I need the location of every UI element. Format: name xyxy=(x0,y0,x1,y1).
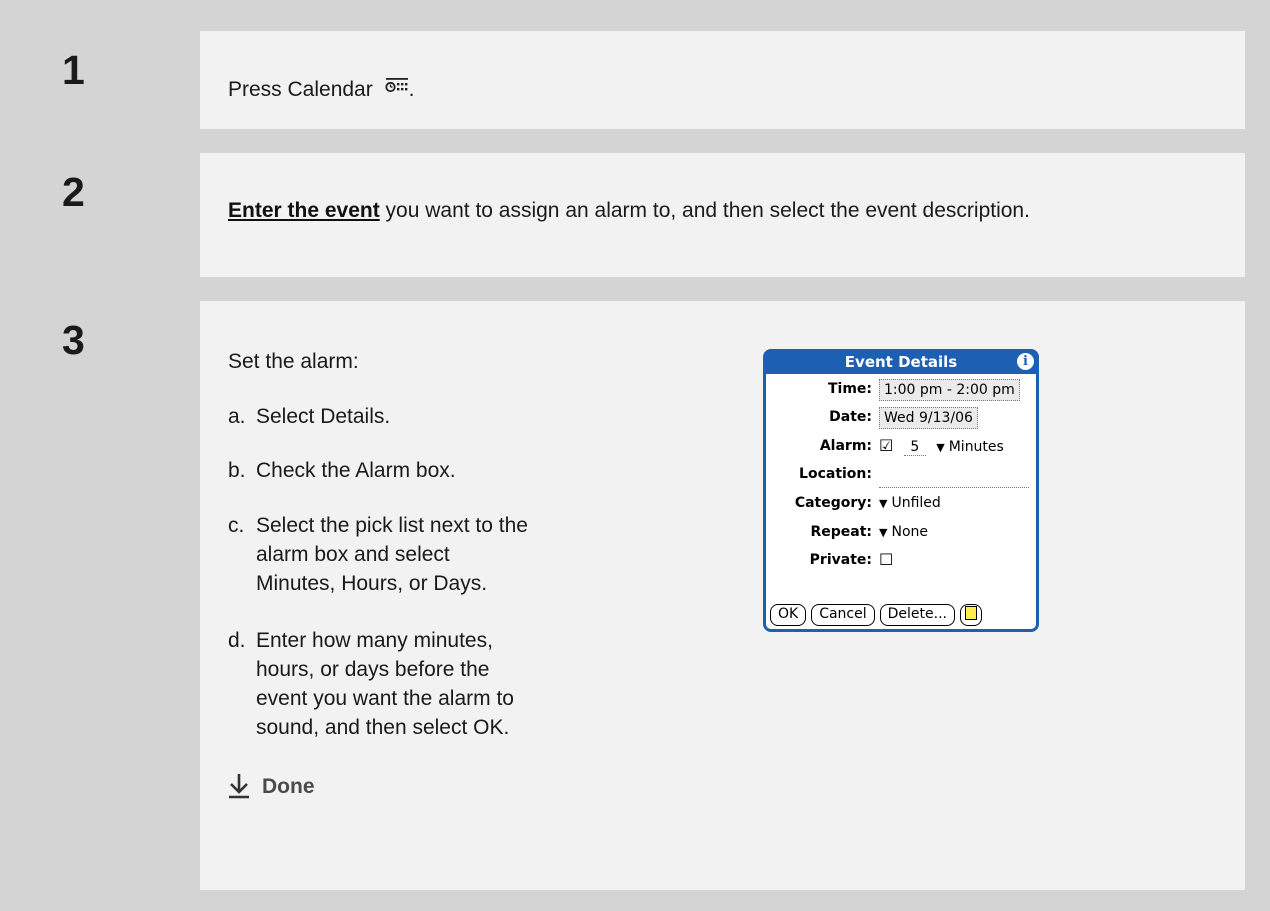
alarm-controls: ☑ 5 ▼ Minutes xyxy=(879,436,1004,456)
info-icon[interactable]: i xyxy=(1017,353,1034,370)
substep-a: a. Select Details. xyxy=(228,402,658,431)
dialog-buttons: OK Cancel Delete... xyxy=(770,604,987,626)
location-label: Location: xyxy=(799,466,872,482)
substep-text: Check the Alarm box. xyxy=(256,459,456,482)
alarm-checkbox[interactable]: ☑ xyxy=(879,436,893,455)
substep-text: Select Details. xyxy=(256,405,391,428)
step-3-intro: Set the alarm: xyxy=(228,350,359,373)
step-content: Set the alarm: a. Select Details. b. Che… xyxy=(200,301,1245,890)
event-details-dialog: Event Details i Time: 1:00 pm - 2:00 pm … xyxy=(763,349,1039,632)
location-field[interactable] xyxy=(879,487,1029,488)
step-1: 1 Press Calendar . xyxy=(38,31,1245,129)
date-label: Date: xyxy=(829,409,872,425)
step-2-body: you want to assign an alarm to, and then… xyxy=(379,199,1030,222)
alarm-label: Alarm: xyxy=(819,438,872,454)
step-number: 2 xyxy=(38,153,200,277)
done-label: Done xyxy=(262,775,315,798)
dropdown-arrow-icon: ▼ xyxy=(936,441,945,454)
repeat-picker[interactable]: ▼ None xyxy=(879,524,928,540)
step-1-text-suffix: . xyxy=(408,78,415,101)
cancel-button[interactable]: Cancel xyxy=(811,604,875,626)
substep-letter: c. xyxy=(228,514,245,537)
delete-button[interactable]: Delete... xyxy=(879,604,955,626)
private-label: Private: xyxy=(809,552,872,568)
step-content: Press Calendar . xyxy=(200,31,1245,129)
step-number: 3 xyxy=(38,301,200,890)
substep-letter: a. xyxy=(228,405,246,428)
ok-button[interactable]: OK xyxy=(770,604,807,626)
repeat-label: Repeat: xyxy=(810,524,872,540)
category-picker[interactable]: ▼ Unfiled xyxy=(879,495,941,511)
step-1-text: Press Calendar . xyxy=(228,74,414,105)
step-2: 2 Enter the event you want to assign an … xyxy=(38,153,1245,277)
calendar-button-icon xyxy=(384,74,409,104)
alarm-unit-picker[interactable]: Minutes xyxy=(949,439,1004,455)
dropdown-arrow-icon: ▼ xyxy=(879,526,888,539)
step-number-text: 2 xyxy=(62,169,85,215)
substep-text: Select the pick list next to the alarm b… xyxy=(256,514,528,595)
dialog-title: Event Details xyxy=(844,353,958,371)
note-icon xyxy=(965,606,977,620)
repeat-value: None xyxy=(891,524,928,540)
private-checkbox[interactable]: ☐ xyxy=(879,550,893,569)
date-selector[interactable]: Wed 9/13/06 xyxy=(879,407,978,429)
done-marker: Done xyxy=(228,773,315,799)
substep-c: c. Select the pick list next to the alar… xyxy=(228,511,528,598)
step-content: Enter the event you want to assign an al… xyxy=(200,153,1245,277)
step-number: 1 xyxy=(38,31,200,129)
alarm-amount-field[interactable]: 5 xyxy=(903,439,926,456)
substep-b: b. Check the Alarm box. xyxy=(228,456,658,485)
substep-text: Enter how many minutes, hours, or days b… xyxy=(256,629,514,739)
down-arrow-icon xyxy=(229,774,249,799)
step-3: 3 Set the alarm: a. Select Details. b. C… xyxy=(38,301,1245,890)
dialog-title-bar: Event Details i xyxy=(766,352,1036,374)
time-selector[interactable]: 1:00 pm - 2:00 pm xyxy=(879,379,1020,401)
step-2-text: Enter the event you want to assign an al… xyxy=(228,196,1128,226)
step-number-text: 1 xyxy=(62,47,85,93)
note-button[interactable] xyxy=(960,604,982,626)
substep-d: d. Enter how many minutes, hours, or day… xyxy=(228,626,518,742)
substep-letter: d. xyxy=(228,629,246,652)
enter-event-link[interactable]: Enter the event xyxy=(228,199,380,222)
time-label: Time: xyxy=(827,381,872,397)
step-number-text: 3 xyxy=(62,317,85,363)
step-1-text-prefix: Press Calendar xyxy=(228,78,379,101)
category-label: Category: xyxy=(794,495,872,511)
category-value: Unfiled xyxy=(891,495,941,511)
substep-letter: b. xyxy=(228,459,246,482)
dropdown-arrow-icon: ▼ xyxy=(879,497,888,510)
